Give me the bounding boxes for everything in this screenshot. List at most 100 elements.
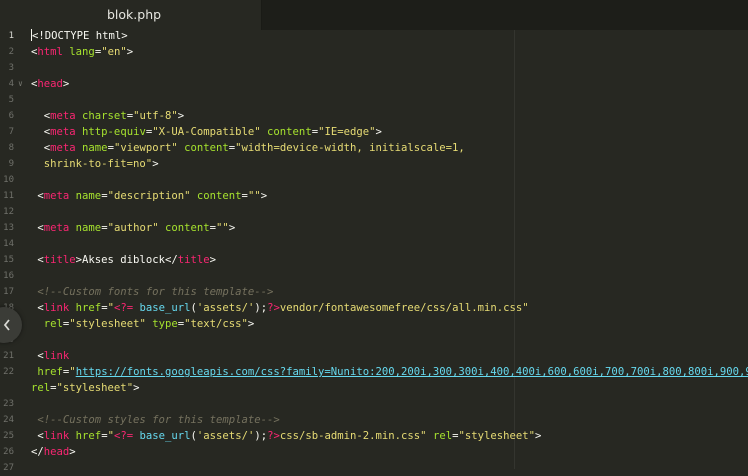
code-token: base_url: [139, 302, 191, 314]
line-number: 14: [3, 239, 14, 249]
code-token: title: [43, 254, 76, 266]
code-token: 'assets/': [196, 430, 255, 442]
code-token: <: [31, 430, 44, 442]
code-line[interactable]: 22 href="https://fonts.googleapis.com/cs…: [0, 364, 748, 380]
code-token: link: [43, 430, 70, 442]
file-tab[interactable]: blok.php: [0, 0, 262, 30]
code-token: "": [216, 222, 229, 234]
code-line[interactable]: 3: [0, 60, 748, 76]
code-token: 'assets/': [196, 302, 255, 314]
code-line[interactable]: 13 <meta name="author" content="">: [0, 220, 748, 236]
code-token: <: [31, 126, 51, 138]
line-number: 15: [3, 255, 14, 265]
code-line[interactable]: 11 <meta name="description" content="">: [0, 188, 748, 204]
code-text: <meta name="viewport" content="width=dev…: [31, 140, 465, 156]
code-token: "stylesheet": [56, 382, 134, 394]
line-number: 12: [3, 207, 14, 217]
line-number: 3: [8, 63, 14, 73]
line-number: 24: [3, 415, 14, 425]
code-token: name: [82, 142, 108, 154]
code-token: "X-UA-Compatible": [152, 126, 261, 138]
code-text: <link href="<?= base_url('assets/');?>cs…: [31, 428, 541, 444]
code-token: title: [177, 254, 210, 266]
code-line[interactable]: 23: [0, 396, 748, 412]
code-line[interactable]: 25 <link href="<?= base_url('assets/');?…: [0, 428, 748, 444]
code-token: >: [375, 126, 382, 138]
code-token: <?=: [113, 302, 134, 314]
code-token: charset: [82, 110, 127, 122]
code-line[interactable]: 14: [0, 236, 748, 252]
code-line[interactable]: 9 shrink-to-fit=no">: [0, 156, 748, 172]
code-token: "utf-8": [133, 110, 178, 122]
code-token: css/sb-admin-2.min.css": [279, 430, 427, 442]
fold-chevron-down-icon[interactable]: ∨: [18, 76, 23, 92]
code-line[interactable]: 2 <html lang="en">: [0, 44, 748, 60]
code-line[interactable]: 8 <meta name="viewport" content="width=d…: [0, 140, 748, 156]
line-number: 17: [3, 287, 14, 297]
code-line[interactable]: 17 <!--Custom fonts for this template-->: [0, 284, 748, 300]
code-line[interactable]: 4 ∨ <head>: [0, 76, 748, 92]
line-number: 6: [8, 111, 14, 121]
code-token: lang: [69, 46, 95, 58]
code-line[interactable]: 15 <title>Akses diblock</title>: [0, 252, 748, 268]
tab-bar: blok.php: [0, 0, 748, 30]
code-token: "stylesheet": [69, 318, 146, 330]
code-text: <html lang="en">: [31, 44, 133, 60]
code-token: "description": [107, 190, 191, 202]
code-token: name: [75, 222, 102, 234]
code-token: rel: [432, 430, 453, 442]
code-token: content: [267, 126, 312, 138]
code-line[interactable]: 24 <!--Custom styles for this template--…: [0, 412, 748, 428]
code-token: "": [247, 190, 261, 202]
code-token: meta: [43, 190, 70, 202]
code-token: link: [43, 350, 70, 362]
code-line[interactable]: 19 rel="stylesheet" type="text/css">: [0, 316, 748, 332]
code-line[interactable]: 20: [0, 332, 748, 348]
code-token: href: [75, 302, 102, 314]
line-number: 23: [3, 399, 14, 409]
code-line[interactable]: 6 <meta charset="utf-8">: [0, 108, 748, 124]
line-number: 26: [3, 447, 14, 457]
line-number: 11: [3, 191, 14, 201]
code-text: rel="stylesheet">: [31, 380, 139, 396]
code-token: vendor/fontawesomefree/css/all.min.css": [279, 302, 529, 314]
code-token: <: [31, 142, 51, 154]
line-number: 1: [8, 31, 14, 41]
code-token: <!--Custom fonts for this template-->: [31, 286, 274, 298]
code-line[interactable]: 26 </head>: [0, 444, 748, 460]
code-token: content: [196, 190, 242, 202]
code-line[interactable]: 10: [0, 172, 748, 188]
code-text: <title>Akses diblock</title>: [31, 252, 216, 268]
code-line[interactable]: rel="stylesheet">: [0, 380, 748, 396]
code-line[interactable]: 12: [0, 204, 748, 220]
code-token: content: [184, 142, 229, 154]
code-token: <: [31, 302, 44, 314]
line-number: 9: [8, 159, 14, 169]
code-line[interactable]: 5: [0, 92, 748, 108]
code-line[interactable]: 16: [0, 268, 748, 284]
code-token: meta: [50, 126, 76, 138]
code-line[interactable]: 27: [0, 460, 748, 476]
code-text: <!--Custom styles for this template-->: [31, 412, 280, 428]
code-token: meta: [50, 142, 76, 154]
code-token: http-equiv: [82, 126, 146, 138]
code-token: rel: [31, 382, 51, 394]
code-token: "author": [107, 222, 159, 234]
code-token: <!--Custom styles for this template-->: [31, 414, 280, 426]
code-text: <head>: [31, 76, 69, 92]
code-token: link: [43, 302, 70, 314]
code-text: <!DOCTYPE html>: [31, 28, 128, 44]
code-token: >: [177, 110, 185, 122]
code-token: meta: [50, 110, 76, 122]
code-text: <link href="<?= base_url('assets/');?>ve…: [31, 300, 529, 316]
code-token: <: [31, 222, 44, 234]
code-line[interactable]: 18 <link href="<?= base_url('assets/');?…: [0, 300, 748, 316]
code-token: "IE=edge": [318, 126, 376, 138]
code-token: <: [31, 350, 44, 362]
code-line[interactable]: 7 <meta http-equiv="X-UA-Compatible" con…: [0, 124, 748, 140]
line-number: 27: [3, 463, 14, 473]
chevron-left-icon: [3, 319, 10, 331]
code-text: <!--Custom fonts for this template-->: [31, 284, 273, 300]
code-line[interactable]: 1 <!DOCTYPE html>: [0, 28, 748, 44]
code-line[interactable]: 21 <link: [0, 348, 748, 364]
